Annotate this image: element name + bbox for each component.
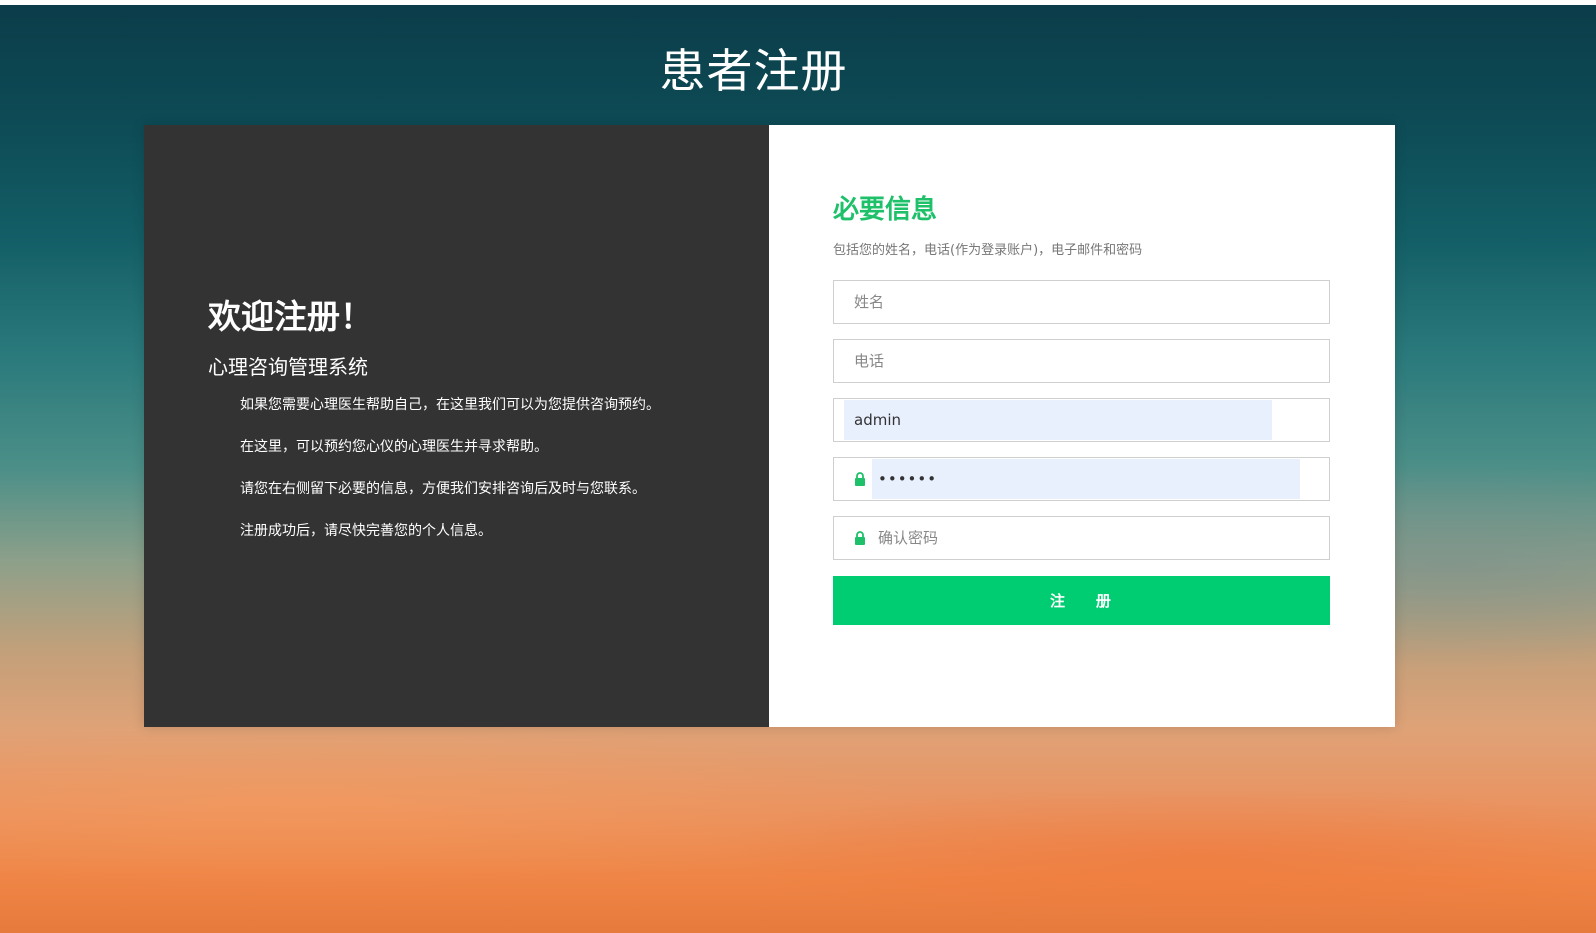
welcome-title: 欢迎注册！ bbox=[208, 297, 373, 336]
confirm-password-field bbox=[833, 516, 1330, 560]
intro-panel: 欢迎注册！ 心理咨询管理系统 如果您需要心理医生帮助自己，在这里我们可以为您提供… bbox=[144, 125, 769, 727]
account-input[interactable] bbox=[834, 399, 1329, 441]
account-field bbox=[833, 398, 1330, 442]
name-field bbox=[833, 280, 1330, 324]
intro-line: 请您在右侧留下必要的信息，方便我们安排咨询后及时与您联系。 bbox=[240, 481, 646, 497]
form-panel: 必要信息 包括您的姓名，电话(作为登录账户)，电子邮件和密码 •••••• bbox=[769, 125, 1395, 727]
phone-input[interactable] bbox=[834, 340, 1329, 382]
phone-field bbox=[833, 339, 1330, 383]
register-card: 欢迎注册！ 心理咨询管理系统 如果您需要心理医生帮助自己，在这里我们可以为您提供… bbox=[144, 125, 1395, 727]
form-title: 必要信息 bbox=[833, 195, 938, 225]
system-name: 心理咨询管理系统 bbox=[208, 355, 368, 379]
intro-list: 如果您需要心理医生帮助自己，在这里我们可以为您提供咨询预约。 在这里，可以预约您… bbox=[240, 395, 660, 563]
lock-icon bbox=[855, 531, 865, 545]
intro-line: 注册成功后，请尽快完善您的个人信息。 bbox=[240, 523, 492, 539]
lock-icon bbox=[855, 472, 865, 486]
form-description: 包括您的姓名，电话(作为登录账户)，电子邮件和密码 bbox=[833, 243, 1143, 258]
password-field[interactable]: •••••• bbox=[833, 457, 1330, 501]
password-input[interactable]: •••••• bbox=[866, 470, 937, 488]
confirm-password-input[interactable] bbox=[866, 517, 1329, 559]
name-input[interactable] bbox=[834, 281, 1329, 323]
intro-line: 在这里，可以预约您心仪的心理医生并寻求帮助。 bbox=[240, 439, 548, 455]
intro-line: 如果您需要心理医生帮助自己，在这里我们可以为您提供咨询预约。 bbox=[240, 397, 660, 413]
register-button[interactable]: 注 册 bbox=[833, 576, 1330, 625]
page-title: 患者注册 bbox=[659, 44, 848, 98]
